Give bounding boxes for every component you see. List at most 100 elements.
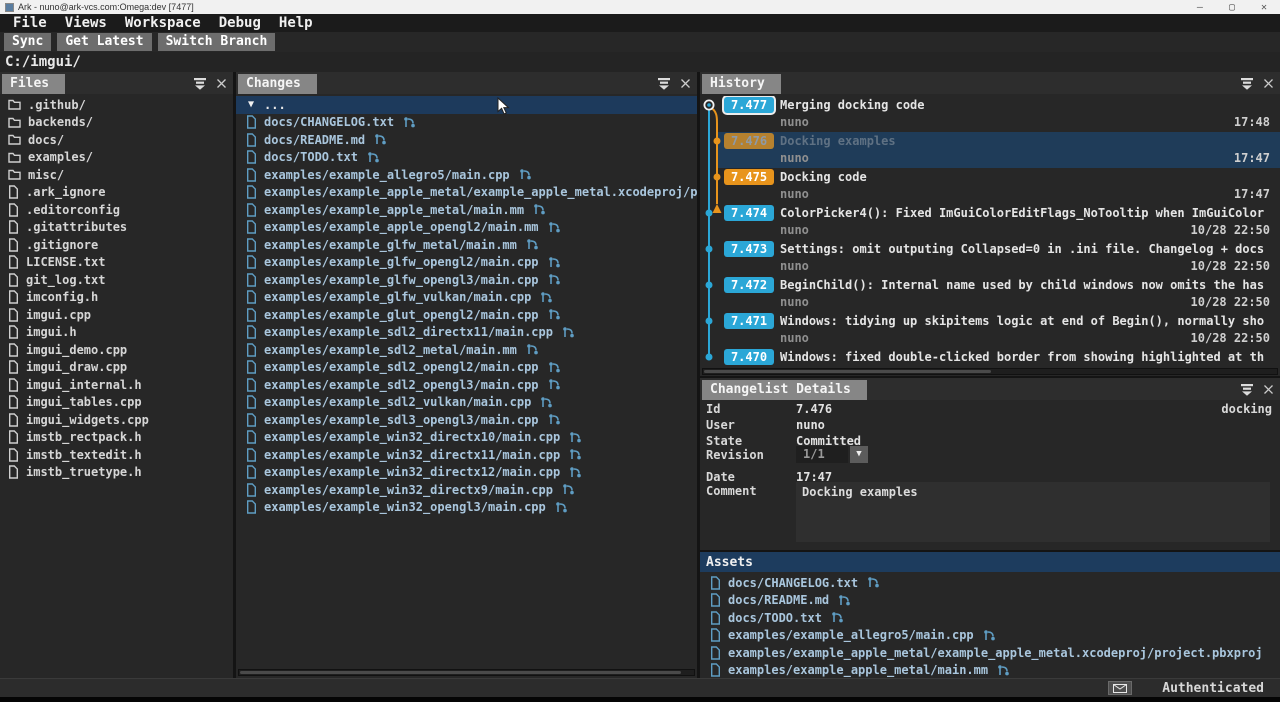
changed-file-row[interactable]: examples/example_sdl2_vulkan/main.cpp (236, 394, 697, 412)
changelist-group-row[interactable]: ▼ ... (236, 96, 697, 114)
file-name: imstb_textedit.h (26, 448, 142, 462)
toolbar-button-switch-branch[interactable]: Switch Branch (158, 33, 276, 51)
changed-file-row[interactable]: examples/example_glfw_vulkan/main.cpp (236, 289, 697, 307)
changed-file-row[interactable]: examples/example_sdl2_opengl3/main.cpp (236, 376, 697, 394)
changed-file-row[interactable]: examples/example_win32_directx11/main.cp… (236, 446, 697, 464)
file-tree-item[interactable]: imgui_internal.h (0, 376, 233, 394)
file-tree-item[interactable]: imstb_rectpack.h (0, 429, 233, 447)
changed-file-row[interactable]: examples/example_apple_metal/main.mm (700, 662, 1280, 679)
tab-changes[interactable]: Changes (238, 74, 317, 94)
close-panel-icon[interactable] (1263, 384, 1274, 395)
menu-item-file[interactable]: File (4, 15, 56, 31)
file-tree-item[interactable]: imgui_draw.cpp (0, 359, 233, 377)
changed-file-row[interactable]: examples/example_apple_opengl2/main.mm (236, 219, 697, 237)
changed-file-row[interactable]: examples/example_win32_directx9/main.cpp (236, 481, 697, 499)
changed-file-row[interactable]: examples/example_apple_metal/example_app… (700, 644, 1280, 662)
file-tree-item[interactable]: .gitignore (0, 236, 233, 254)
merge-icon (838, 594, 851, 607)
changed-file-row[interactable]: examples/example_allegro5/main.cpp (236, 166, 697, 184)
file-tree-item[interactable]: examples/ (0, 149, 233, 167)
close-panel-icon[interactable] (216, 78, 227, 89)
filter-icon[interactable] (1240, 77, 1254, 90)
history-row[interactable]: 7.475 Docking code nuno 17:47 (700, 168, 1280, 204)
changed-file-row[interactable]: examples/example_sdl2_directx11/main.cpp (236, 324, 697, 342)
revision-dropdown-button[interactable]: ▼ (850, 446, 868, 463)
file-tree-item[interactable]: backends/ (0, 114, 233, 132)
changed-file-row[interactable]: examples/example_glut_opengl2/main.cpp (236, 306, 697, 324)
file-tree-item[interactable]: misc/ (0, 166, 233, 184)
tab-changelist-details[interactable]: Changelist Details (702, 380, 867, 400)
history-row[interactable]: 7.474 ColorPicker4(): Fixed ImGuiColorEd… (700, 204, 1280, 240)
file-tree-item[interactable]: LICENSE.txt (0, 254, 233, 272)
file-tree-item[interactable]: imstb_textedit.h (0, 446, 233, 464)
history-row[interactable]: 7.476 Docking examples nuno 17:47 (700, 132, 1280, 168)
filter-icon[interactable] (1240, 383, 1254, 396)
scrollbar-thumb[interactable] (240, 671, 681, 674)
maximize-button[interactable]: ▢ (1229, 2, 1235, 13)
changed-file-row[interactable]: docs/TODO.txt (700, 609, 1280, 627)
file-tree-item[interactable]: imgui_tables.cpp (0, 394, 233, 412)
collapse-arrow-icon[interactable]: ▼ (248, 99, 254, 110)
file-tree-item[interactable]: imconfig.h (0, 289, 233, 307)
mail-icon[interactable] (1108, 681, 1132, 695)
horizontal-scrollbar[interactable] (238, 669, 695, 676)
changed-file-row[interactable]: examples/example_win32_opengl3/main.cpp (236, 499, 697, 517)
toolbar-button-sync[interactable]: Sync (4, 33, 51, 51)
changed-file-row[interactable]: examples/example_glfw_opengl3/main.cpp (236, 271, 697, 289)
menu-item-help[interactable]: Help (270, 15, 322, 31)
file-tree-item[interactable]: imgui.h (0, 324, 233, 342)
menu-item-views[interactable]: Views (56, 15, 116, 31)
menu-item-debug[interactable]: Debug (210, 15, 270, 31)
close-panel-icon[interactable] (680, 78, 691, 89)
merge-icon (569, 466, 582, 479)
close-button[interactable]: ✕ (1261, 2, 1267, 13)
changed-file-row[interactable]: examples/example_apple_metal/example_app… (236, 184, 697, 202)
file-tree-item[interactable]: git_log.txt (0, 271, 233, 289)
merge-icon (374, 133, 387, 146)
filter-icon[interactable] (193, 77, 207, 90)
horizontal-scrollbar[interactable] (702, 368, 1278, 375)
changed-file-row[interactable]: examples/example_apple_metal/main.mm (236, 201, 697, 219)
changed-file-row[interactable]: examples/example_allegro5/main.cpp (700, 627, 1280, 645)
history-row[interactable]: 7.477 Merging docking code nuno 17:48 (700, 96, 1280, 132)
changed-file-row[interactable]: docs/TODO.txt (236, 149, 697, 167)
changed-file-row[interactable]: examples/example_win32_directx10/main.cp… (236, 429, 697, 447)
menu-item-workspace[interactable]: Workspace (116, 15, 210, 31)
changed-file-row[interactable]: docs/README.md (700, 592, 1280, 610)
file-tree-item[interactable]: imgui_widgets.cpp (0, 411, 233, 429)
comment-field[interactable]: Docking examples (796, 482, 1270, 542)
file-tree-item[interactable]: .editorconfig (0, 201, 233, 219)
field-label-revision: Revision (706, 448, 764, 462)
file-tree-item[interactable]: imstb_truetype.h (0, 464, 233, 482)
bottom-strip (0, 697, 1280, 702)
changed-file-row[interactable]: examples/example_win32_directx12/main.cp… (236, 464, 697, 482)
changed-file-row[interactable]: docs/CHANGELOG.txt (700, 574, 1280, 592)
file-tree-item[interactable]: .github/ (0, 96, 233, 114)
changed-file-row[interactable]: docs/README.md (236, 131, 697, 149)
changeset-badge: 7.476 (724, 133, 774, 149)
changed-file-row[interactable]: examples/example_sdl3_opengl3/main.cpp (236, 411, 697, 429)
file-tree-item[interactable]: .gitattributes (0, 219, 233, 237)
history-row[interactable]: 7.472 BeginChild(): Internal name used b… (700, 276, 1280, 312)
changed-file-row[interactable]: examples/example_sdl2_metal/main.mm (236, 341, 697, 359)
filter-icon[interactable] (657, 77, 671, 90)
file-tree-item[interactable]: imgui_demo.cpp (0, 341, 233, 359)
file-tree-item[interactable]: imgui.cpp (0, 306, 233, 324)
minimize-button[interactable]: – (1197, 2, 1203, 13)
tab-history[interactable]: History (702, 74, 781, 94)
file-tree-item[interactable]: docs/ (0, 131, 233, 149)
toolbar-button-get-latest[interactable]: Get Latest (57, 33, 151, 51)
close-panel-icon[interactable] (1263, 78, 1274, 89)
merge-icon (548, 256, 561, 269)
changed-file-row[interactable]: examples/example_glfw_metal/main.mm (236, 236, 697, 254)
changed-file-row[interactable]: examples/example_sdl2_opengl2/main.cpp (236, 359, 697, 377)
file-tree-item[interactable]: .ark_ignore (0, 184, 233, 202)
history-row[interactable]: 7.471 Windows: tidying up skipitems logi… (700, 312, 1280, 348)
scrollbar-thumb[interactable] (704, 370, 991, 373)
file-path: examples/example_glut_opengl2/main.cpp (264, 308, 539, 322)
changed-file-row[interactable]: examples/example_glfw_opengl2/main.cpp (236, 254, 697, 272)
history-row[interactable]: 7.470 Windows: fixed double-clicked bord… (700, 348, 1280, 370)
changed-file-row[interactable]: docs/CHANGELOG.txt (236, 114, 697, 132)
history-row[interactable]: 7.473 Settings: omit outputing Collapsed… (700, 240, 1280, 276)
tab-files[interactable]: Files (2, 74, 65, 94)
